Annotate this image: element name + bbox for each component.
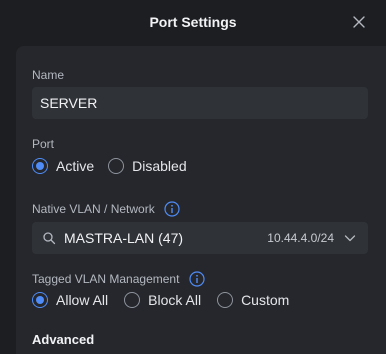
- port-label: Port: [32, 137, 55, 151]
- radio-selected-icon: [32, 292, 48, 308]
- chevron-down-icon: [344, 235, 356, 242]
- port-disabled-label: Disabled: [132, 158, 187, 174]
- name-field[interactable]: [32, 87, 368, 119]
- radio-unselected-icon: [108, 158, 125, 174]
- native-vlan-value: MASTRA-LAN (47): [64, 230, 184, 246]
- native-vlan-select[interactable]: MASTRA-LAN (47) 10.44.4.0/24: [32, 222, 368, 254]
- native-vlan-subnet: 10.44.4.0/24: [267, 231, 334, 245]
- tagged-custom-label: Custom: [241, 292, 290, 308]
- tagged-allow-all-radio[interactable]: Allow All: [32, 292, 108, 308]
- dialog-title: Port Settings: [149, 14, 237, 30]
- dialog-header: Port Settings: [0, 0, 386, 46]
- native-vlan-label-row: Native VLAN / Network: [32, 201, 180, 217]
- info-icon[interactable]: [164, 201, 180, 217]
- native-vlan-label: Native VLAN / Network: [32, 202, 155, 216]
- tagged-vlan-label-row: Tagged VLAN Management: [32, 271, 205, 287]
- radio-selected-icon: [32, 158, 48, 174]
- tagged-block-all-radio[interactable]: Block All: [124, 292, 201, 308]
- port-active-radio[interactable]: Active: [32, 158, 94, 174]
- tagged-custom-radio[interactable]: Custom: [217, 292, 289, 308]
- radio-unselected-icon: [217, 292, 234, 308]
- tagged-allow-all-label: Allow All: [56, 292, 109, 308]
- search-icon: [43, 232, 56, 245]
- port-radio-group: Active Disabled: [32, 158, 187, 174]
- advanced-section-toggle[interactable]: Advanced: [32, 332, 94, 347]
- close-icon[interactable]: [352, 15, 366, 29]
- name-label: Name: [32, 68, 65, 82]
- tagged-vlan-radio-group: Allow All Block All Custom: [32, 292, 289, 308]
- info-icon[interactable]: [189, 271, 205, 287]
- port-active-label: Active: [56, 158, 95, 174]
- tagged-vlan-label: Tagged VLAN Management: [32, 272, 180, 286]
- tagged-block-all-label: Block All: [148, 292, 202, 308]
- radio-unselected-icon: [124, 292, 141, 308]
- port-disabled-radio[interactable]: Disabled: [108, 158, 187, 174]
